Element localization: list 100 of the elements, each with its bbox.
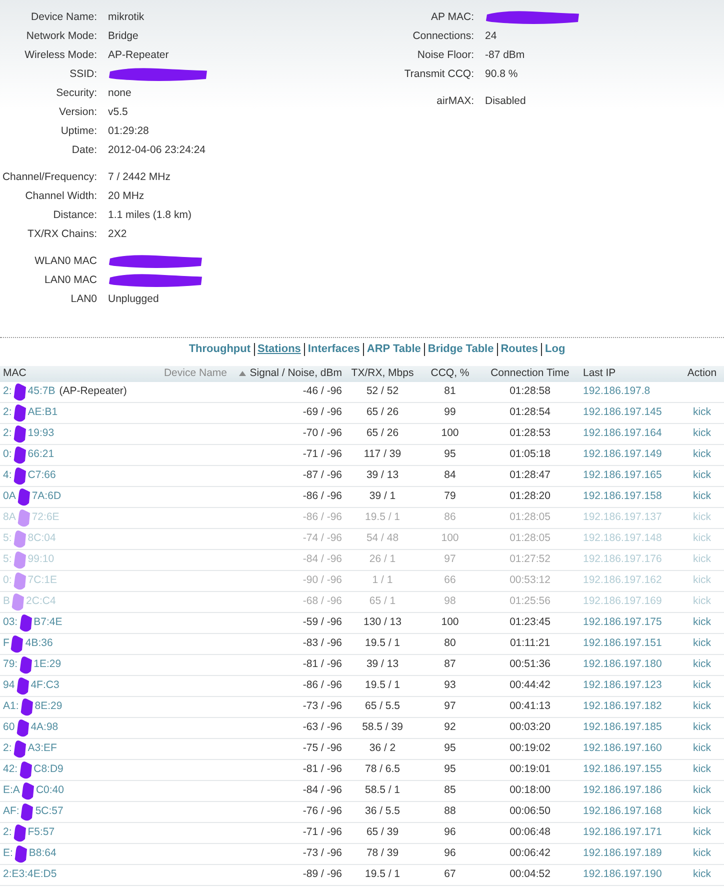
ip-link[interactable]: 192.186.197.168 xyxy=(580,802,680,823)
field-label: Channel/Frequency: xyxy=(1,170,97,185)
table-cell: -81 / -96 xyxy=(230,654,345,676)
field-value: AP-Repeater xyxy=(108,48,170,63)
mac-address-end: 4B:36 xyxy=(25,636,53,652)
kick-link[interactable]: kick xyxy=(680,696,724,718)
kick-link[interactable]: kick xyxy=(680,718,724,739)
table-cell: 00:51:36 xyxy=(480,654,580,676)
table-cell: 00:53:12 xyxy=(480,570,580,592)
kick-link[interactable]: kick xyxy=(680,864,724,886)
table-cell: 36 / 5.5 xyxy=(345,802,420,823)
mac-address-start: 2: xyxy=(3,741,12,756)
table-cell: 39 / 1 xyxy=(345,486,420,508)
table-cell: 65 / 39 xyxy=(345,822,420,844)
column-header[interactable]: Signal / Noise, dBm xyxy=(230,366,345,382)
table-cell: -83 / -96 xyxy=(230,634,345,655)
ip-link[interactable]: 192.186.197.165 xyxy=(580,466,680,487)
kick-link[interactable]: kick xyxy=(680,760,724,781)
mac-address-end: B8:64 xyxy=(28,846,56,862)
table-cell: 65 / 5.5 xyxy=(345,696,420,718)
mac-address-end: F5:57 xyxy=(28,825,55,840)
kick-link[interactable]: kick xyxy=(680,634,724,655)
table-cell: 100 xyxy=(420,528,480,550)
column-header[interactable]: Last IP xyxy=(580,366,680,382)
column-header[interactable]: Action xyxy=(680,366,724,382)
mac-address-start: 0: xyxy=(3,447,12,462)
column-header[interactable]: TX/RX, Mbps xyxy=(345,366,420,382)
ip-link[interactable]: 192.186.197.155 xyxy=(580,760,680,781)
mac-address-end: A3:EF xyxy=(28,741,57,756)
column-header[interactable]: Connection Time xyxy=(480,366,580,382)
nav-link-tab[interactable]: Log xyxy=(541,343,568,356)
column-header[interactable]: MAC xyxy=(0,366,150,382)
ip-link[interactable]: 192.186.197.164 xyxy=(580,424,680,445)
table-cell: 01:28:20 xyxy=(480,486,580,508)
kick-link[interactable]: kick xyxy=(680,424,724,445)
ip-link[interactable]: 192.186.197.160 xyxy=(580,738,680,760)
ip-link[interactable]: 192.186.197.185 xyxy=(580,718,680,739)
kick-link[interactable]: kick xyxy=(680,486,724,508)
ip-link[interactable]: 192.186.197.149 xyxy=(580,444,680,466)
kick-link[interactable]: kick xyxy=(680,466,724,487)
mac-address-start: 03: xyxy=(3,615,18,630)
mac-address-start: 4: xyxy=(3,468,12,484)
kick-link[interactable]: kick xyxy=(680,802,724,823)
nav-link-tab[interactable]: Throughput xyxy=(186,343,254,356)
nav-link-tab[interactable]: Routes xyxy=(496,343,541,356)
table-cell: -89 / -96 xyxy=(230,864,345,886)
kick-link[interactable]: kick xyxy=(680,654,724,676)
table-cell: -71 / -96 xyxy=(230,444,345,466)
table-cell: 1 / 1 xyxy=(345,570,420,592)
ip-link[interactable]: 192.186.197.186 xyxy=(580,780,680,802)
mac-address-end: AE:B1 xyxy=(28,405,58,420)
kick-link[interactable]: kick xyxy=(680,402,724,424)
column-header[interactable]: Device Name xyxy=(150,366,230,382)
ip-link[interactable]: 192.186.197.151 xyxy=(580,634,680,655)
kick-link[interactable]: kick xyxy=(680,822,724,844)
table-cell: -86 / -96 xyxy=(230,676,345,697)
table-cell: -73 / -96 xyxy=(230,844,345,865)
kick-link[interactable]: kick xyxy=(680,738,724,760)
table-cell: 78 / 6.5 xyxy=(345,760,420,781)
table-cell: 95 xyxy=(420,738,480,760)
ip-link[interactable]: 192.186.197.180 xyxy=(580,654,680,676)
mac-address-end: 8C:04 xyxy=(28,531,56,546)
table-cell: -46 / -96 xyxy=(230,382,345,403)
mac-address-end: B7:4E xyxy=(34,615,62,630)
field-value: 2012-04-06 23:24:24 xyxy=(108,143,206,158)
ip-link[interactable]: 192.186.197.189 xyxy=(580,844,680,865)
table-cell: 84 xyxy=(420,466,480,487)
field-label: Security: xyxy=(55,86,97,101)
column-header[interactable]: CCQ, % xyxy=(420,366,480,382)
ip-link[interactable]: 192.186.197.175 xyxy=(580,612,680,634)
table-cell: -84 / -96 xyxy=(230,550,345,571)
ip-link[interactable]: 192.186.197.8 xyxy=(580,382,680,403)
table-cell: 96 xyxy=(420,822,480,844)
mac-address-end: 99:10 xyxy=(28,552,54,568)
table-cell: -75 / -96 xyxy=(230,738,345,760)
table-cell: 01:28:54 xyxy=(480,402,580,424)
kick-link[interactable]: kick xyxy=(680,844,724,865)
mac-address-start: AF: xyxy=(3,804,20,820)
ip-link[interactable]: 192.186.197.145 xyxy=(580,402,680,424)
kick-link[interactable]: kick xyxy=(680,444,724,466)
nav-link-tab[interactable]: Bridge Table xyxy=(424,343,497,356)
table-cell: 01:28:53 xyxy=(480,424,580,445)
table-cell: 00:44:42 xyxy=(480,676,580,697)
field-label: Distance: xyxy=(52,208,97,223)
kick-link[interactable]: kick xyxy=(680,676,724,697)
ip-link[interactable]: 192.186.197.123 xyxy=(580,676,680,697)
ip-link[interactable]: 192.186.197.190 xyxy=(580,864,680,886)
kick-link[interactable]: kick xyxy=(680,612,724,634)
field-value: Bridge xyxy=(108,29,140,44)
mac-address-end: 4A:98 xyxy=(30,720,58,736)
field-label: Noise Floor: xyxy=(416,48,474,63)
ip-link[interactable]: 192.186.197.158 xyxy=(580,486,680,508)
mac-address-start: 2: xyxy=(3,405,12,420)
nav-link-tab[interactable]: Stations xyxy=(254,343,304,356)
mac-address-end: 45:7B xyxy=(28,384,56,400)
ip-link[interactable]: 192.186.197.171 xyxy=(580,822,680,844)
ip-link[interactable]: 192.186.197.182 xyxy=(580,696,680,718)
kick-link[interactable]: kick xyxy=(680,780,724,802)
nav-link-tab[interactable]: Interfaces xyxy=(304,343,363,356)
nav-link-tab[interactable]: ARP Table xyxy=(362,343,424,356)
